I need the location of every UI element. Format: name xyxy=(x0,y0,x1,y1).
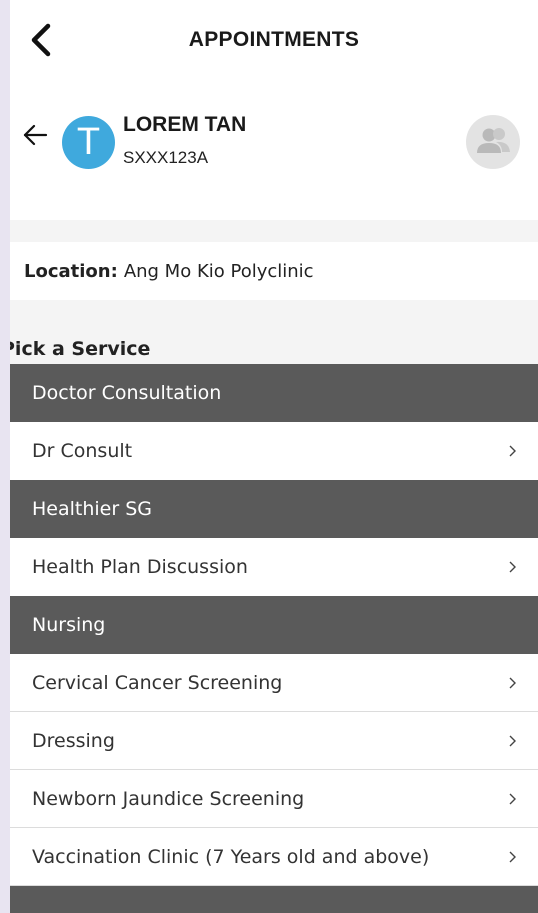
service-item[interactable]: Newborn Jaundice Screening xyxy=(10,770,538,828)
profile-card: T LOREM TAN SXXX123A xyxy=(10,80,538,220)
chevron-right-icon xyxy=(509,445,516,457)
chevron-right-icon xyxy=(509,793,516,804)
service-item[interactable]: Cervical Cancer Screening xyxy=(10,654,538,712)
top-bar: APPOINTMENTS xyxy=(10,0,538,80)
location-bar: Location: Ang Mo Kio Polyclinic xyxy=(10,242,538,300)
service-item[interactable]: Health Plan Discussion xyxy=(10,538,538,596)
chevron-right-icon xyxy=(509,677,516,688)
page-title: APPOINTMENTS xyxy=(188,28,360,51)
group-header: Nursing xyxy=(10,596,538,654)
divider xyxy=(10,220,538,242)
service-item[interactable]: Vaccination Clinic (7 Years old and abov… xyxy=(10,828,538,886)
group-header: Healthier SG xyxy=(10,480,538,538)
group-header: Doctor Consultation xyxy=(10,364,538,422)
service-item-label: Health Plan Discussion xyxy=(32,556,248,578)
service-item-label: Dressing xyxy=(32,729,115,752)
service-item-label: Newborn Jaundice Screening xyxy=(32,787,305,810)
chevron-right-icon xyxy=(509,735,516,746)
app-screen: APPOINTMENTS T LOREM TAN SXXX123A Locati… xyxy=(10,0,538,913)
service-item-label: Dr Consult xyxy=(32,440,133,462)
location-value: Ang Mo Kio Polyclinic xyxy=(123,260,314,282)
arrow-left-icon[interactable] xyxy=(22,122,48,148)
service-item[interactable]: Dr Consult xyxy=(10,422,538,480)
user-id: SXXX123A xyxy=(123,148,209,167)
service-item-label: Vaccination Clinic (7 Years old and abov… xyxy=(32,845,430,868)
service-list: Doctor Consultation Dr Consult Healthier… xyxy=(10,364,538,913)
service-item-label: Cervical Cancer Screening xyxy=(32,671,283,694)
section-title: Pick a Service xyxy=(10,338,151,360)
group-header-partial xyxy=(10,886,538,913)
switch-user-button[interactable] xyxy=(466,115,520,169)
service-item[interactable]: Dressing xyxy=(10,712,538,770)
avatar: T xyxy=(62,116,115,169)
location-label: Location: xyxy=(24,260,118,282)
user-name: LOREM TAN xyxy=(123,113,247,136)
chevron-right-icon xyxy=(509,561,516,573)
chevron-right-icon xyxy=(509,851,516,862)
users-icon xyxy=(477,128,510,153)
